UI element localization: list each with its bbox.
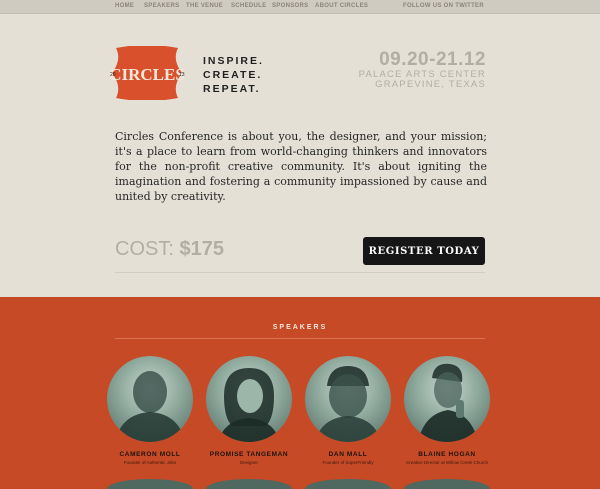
speaker-photo-partial[interactable] — [107, 479, 193, 489]
event-city: GRAPEVINE, TEXAS — [375, 79, 486, 90]
tagline: INSPIRE. CREATE. REPEAT. — [203, 54, 264, 96]
logo-year-right: 13 — [179, 72, 185, 78]
speaker-role: Founder of Authentic Jobs — [123, 460, 177, 465]
speaker-card[interactable]: CAMERON MOLL Founder of Authentic Jobs — [102, 356, 198, 465]
speaker-name: PROMISE TANGEMAN — [209, 451, 289, 458]
speaker-card[interactable]: BLAINE HOGAN Creative Director at Willow… — [399, 356, 495, 465]
speaker-card[interactable]: PROMISE TANGEMAN Designer — [201, 356, 297, 465]
speakers-title: SPEAKERS — [272, 324, 328, 331]
nav-about-circles[interactable]: ABOUT CIRCLES — [315, 3, 368, 9]
nav-sponsors[interactable]: SPONSORS — [272, 3, 308, 9]
cost-amount: $175 — [179, 238, 224, 260]
speaker-role: Designer — [239, 460, 258, 465]
speakers-section: SPEAKERS CAMERON MOLL Founder of Authent… — [0, 297, 600, 489]
logo-year-left: 20 — [110, 72, 116, 78]
speaker-photo[interactable] — [305, 356, 391, 442]
speaker-role: Founder of SuperFriendly — [322, 460, 374, 465]
speaker-photo-partial[interactable] — [206, 479, 292, 489]
tagline-create: CREATE. — [203, 69, 263, 81]
logo-badge-icon: CIRCLES 20 13 — [109, 45, 185, 101]
logo-text: CIRCLES — [109, 65, 185, 84]
divider — [115, 272, 485, 273]
speaker-name: CAMERON MOLL — [119, 451, 181, 458]
register-button[interactable]: REGISTER TODAY — [363, 237, 485, 265]
top-nav: HOME SPEAKERS THE VENUE SCHEDULE SPONSOR… — [0, 0, 600, 14]
speaker-name: BLAINE HOGAN — [418, 451, 476, 458]
speaker-photo-partial[interactable] — [305, 479, 391, 489]
speaker-photo[interactable] — [107, 356, 193, 442]
event-date: 09.20-21.12 — [379, 49, 486, 70]
person-icon — [315, 366, 381, 442]
tagline-inspire: INSPIRE. — [203, 55, 264, 67]
speaker-photo[interactable] — [404, 356, 490, 442]
nav-home[interactable]: HOME — [115, 3, 134, 9]
speaker-photo[interactable] — [206, 356, 292, 442]
speakers-divider — [115, 338, 485, 339]
speaker-name: DAN MALL — [328, 451, 368, 458]
intro-text: Circles Conference is about you, the des… — [115, 130, 487, 203]
person-icon — [115, 371, 185, 442]
nav-schedule[interactable]: SCHEDULE — [231, 3, 266, 9]
speaker-role: Creative Director at Willow Creek Church — [405, 460, 489, 465]
cost: COST: $175 — [115, 238, 224, 261]
cost-label: COST: — [115, 238, 174, 260]
speaker-photo-partial[interactable] — [404, 479, 490, 489]
circles-logo[interactable]: CIRCLES 20 13 — [108, 45, 186, 101]
nav-speakers[interactable]: SPEAKERS — [144, 3, 179, 9]
person-icon — [218, 368, 280, 442]
twitter-link[interactable]: FOLLOW US ON TWITTER — [403, 3, 484, 9]
event-info: 09.20-21.12 PALACE ARTS CENTER GRAPEVINE… — [359, 49, 486, 90]
person-icon — [418, 363, 478, 442]
tagline-repeat: REPEAT. — [203, 83, 261, 95]
nav-the-venue[interactable]: THE VENUE — [186, 3, 223, 9]
speaker-card[interactable]: DAN MALL Founder of SuperFriendly — [300, 356, 396, 465]
